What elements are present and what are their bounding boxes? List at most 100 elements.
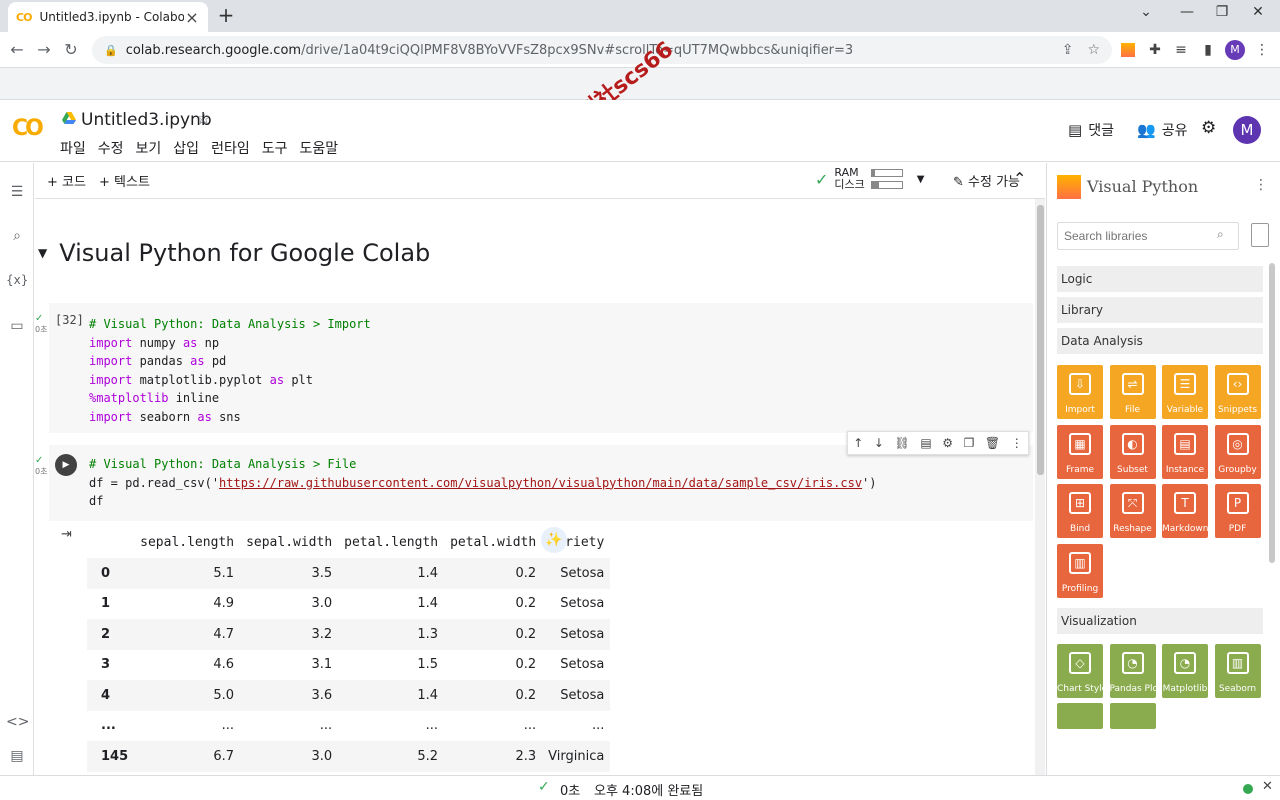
- menu-edit[interactable]: 수정: [98, 138, 124, 158]
- tile-snippets[interactable]: ‹› Snippets: [1214, 365, 1261, 419]
- code-snippets-icon[interactable]: <>: [6, 711, 29, 733]
- notebook-icon[interactable]: [1251, 223, 1269, 247]
- bookmark-star-icon[interactable]: ☆: [1087, 42, 1100, 58]
- browser-tab[interactable]: CO Untitled3.ipynb - Colaboratory ×: [8, 2, 208, 32]
- seaborn-icon: ▥: [1226, 652, 1249, 674]
- back-icon[interactable]: ←: [6, 39, 28, 61]
- section-visualization[interactable]: Visualization: [1057, 608, 1263, 634]
- menu-help[interactable]: 도움말: [299, 138, 338, 158]
- move-up-icon[interactable]: ↑: [853, 436, 863, 450]
- menu-file[interactable]: 파일: [60, 138, 86, 158]
- settings-gear-icon[interactable]: ⚙: [1201, 118, 1216, 138]
- files-folder-icon[interactable]: ▭: [6, 315, 28, 337]
- window-close-button[interactable]: ✕: [1243, 4, 1273, 20]
- tile-seaborn[interactable]: ▥ Seaborn: [1214, 644, 1261, 698]
- tile-pandas-plot[interactable]: ◔ Pandas Plot: [1109, 644, 1161, 698]
- code-cell-file[interactable]: ✓ 0초 ▶ # Visual Python: Data Analysis > F…: [35, 445, 1033, 521]
- tab-search-icon[interactable]: ⌄: [1131, 4, 1161, 20]
- address-bar[interactable]: 🔒 colab.research.google.com/drive/1a04t9…: [92, 36, 1112, 64]
- code-cell-import[interactable]: ✓ 0초 [32] # Visual Python: Data Analysis …: [35, 303, 1033, 433]
- section-data-analysis[interactable]: Data Analysis: [1057, 328, 1263, 354]
- search-icon[interactable]: ⌕: [1217, 227, 1224, 242]
- google-drive-icon[interactable]: [62, 112, 76, 124]
- table-of-contents-icon[interactable]: ☰: [6, 181, 28, 203]
- visualization-tile-partial[interactable]: [1057, 703, 1103, 729]
- tile-chart-style[interactable]: ◇ Chart Style: [1057, 644, 1107, 698]
- table-cell: 6.7: [134, 741, 241, 772]
- browser-profile-avatar[interactable]: M: [1225, 40, 1245, 60]
- forward-icon[interactable]: →: [33, 39, 55, 61]
- mirror-cell-icon[interactable]: ❐: [964, 436, 975, 450]
- panel-scrollbar[interactable]: [1269, 263, 1275, 563]
- tile-reshape[interactable]: ⤧ Reshape: [1109, 484, 1156, 538]
- notebook-title[interactable]: Untitled3.ipynb: [81, 110, 212, 130]
- tile-label: Seaborn: [1218, 684, 1257, 694]
- menu-insert[interactable]: 삽입: [173, 138, 199, 158]
- output-actions-icon[interactable]: ⇥: [61, 527, 72, 542]
- tile-groupby[interactable]: ◎ Groupby: [1214, 424, 1261, 479]
- settings-gear-icon[interactable]: ⚙: [942, 436, 953, 450]
- star-icon[interactable]: ☆: [196, 109, 211, 129]
- move-down-icon[interactable]: ↓: [874, 436, 884, 450]
- tile-frame[interactable]: ▦ Frame: [1057, 424, 1103, 479]
- tile-pdf[interactable]: P PDF: [1214, 484, 1261, 538]
- extension-icon[interactable]: [1118, 40, 1138, 60]
- tile-variable[interactable]: ☰ Variable: [1162, 365, 1208, 419]
- section-library[interactable]: Library: [1057, 297, 1263, 323]
- code-editor[interactable]: # Visual Python: Data Analysis > File df…: [89, 455, 877, 511]
- csv-url-link[interactable]: https://raw.githubusercontent.com/visual…: [219, 476, 862, 490]
- table-cell: 1.4: [338, 558, 445, 589]
- more-icon[interactable]: ⋮: [1011, 436, 1023, 450]
- variables-icon[interactable]: {x}: [6, 269, 28, 291]
- user-avatar[interactable]: M: [1233, 116, 1261, 144]
- resource-monitor[interactable]: ✓ RAM 디스크 ▼: [815, 167, 924, 191]
- notebook-toolbar: + 코드 + 텍스트 ✓ RAM 디스크 ▼ ✎ 수정 가능 ⌃: [35, 163, 1045, 199]
- tile-bind[interactable]: ⊞ Bind: [1057, 484, 1103, 538]
- more-options-icon[interactable]: ⋮: [1254, 177, 1268, 193]
- maximize-button[interactable]: ❐: [1207, 4, 1237, 20]
- tile-markdown[interactable]: T Markdown: [1162, 484, 1208, 538]
- add-text-button[interactable]: + 텍스트: [99, 171, 150, 190]
- edit-mode-button[interactable]: ✎ 수정 가능: [953, 171, 1020, 190]
- notebook-scrollbar-thumb[interactable]: [1037, 205, 1044, 475]
- tile-file[interactable]: ⇌ File: [1109, 365, 1156, 419]
- add-code-button[interactable]: + 코드: [47, 171, 86, 190]
- command-palette-icon[interactable]: ▤: [6, 745, 28, 767]
- share-page-icon[interactable]: ⇪: [1062, 42, 1074, 58]
- section-logic[interactable]: Logic: [1057, 266, 1263, 292]
- tab-close-icon[interactable]: ×: [184, 8, 200, 27]
- search-icon[interactable]: ⌕: [6, 225, 28, 247]
- close-status-icon[interactable]: ✕: [1262, 779, 1273, 794]
- new-tab-button[interactable]: +: [214, 3, 238, 27]
- magic-wand-icon[interactable]: ✨: [541, 527, 567, 553]
- run-cell-button[interactable]: ▶: [55, 454, 77, 476]
- tile-import[interactable]: ⇩ Import: [1057, 365, 1103, 419]
- reload-icon[interactable]: ↻: [60, 39, 82, 61]
- extensions-puzzle-icon[interactable]: ✚: [1145, 40, 1165, 60]
- disk-bar: [870, 181, 903, 189]
- tile-profiling[interactable]: ▥ Profiling: [1057, 543, 1103, 598]
- tile-matplotlib[interactable]: ◔ Matplotlib: [1162, 644, 1208, 698]
- browser-menu-icon[interactable]: ⋮: [1252, 40, 1272, 60]
- tile-instance[interactable]: ▤ Instance: [1162, 424, 1208, 479]
- media-control-icon[interactable]: ≡: [1171, 40, 1191, 60]
- comment-button[interactable]: ▤ 댓글: [1068, 120, 1114, 140]
- code-editor[interactable]: # Visual Python: Data Analysis > Import …: [89, 315, 371, 427]
- library-search-input[interactable]: [1057, 222, 1239, 250]
- side-panel-icon[interactable]: ▮: [1198, 40, 1218, 60]
- menu-view[interactable]: 보기: [136, 138, 162, 158]
- tile-subset[interactable]: ◐ Subset: [1109, 424, 1156, 479]
- menu-tools[interactable]: 도구: [262, 138, 288, 158]
- collapse-header-icon[interactable]: ⌃: [1013, 169, 1026, 188]
- row-index: 4: [87, 680, 135, 711]
- menu-runtime[interactable]: 런타임: [211, 138, 250, 158]
- colab-logo[interactable]: CO: [12, 116, 44, 141]
- comment-icon[interactable]: ▤: [920, 436, 931, 450]
- share-button[interactable]: 👥 공유: [1137, 120, 1187, 140]
- minimize-button[interactable]: —: [1172, 4, 1202, 20]
- resource-dropdown-icon[interactable]: ▼: [917, 174, 925, 185]
- link-icon[interactable]: ⛓: [895, 436, 910, 450]
- collapse-section-icon[interactable]: ▼: [38, 246, 47, 260]
- visualization-tile-partial[interactable]: [1110, 703, 1156, 729]
- delete-icon[interactable]: 🗑: [985, 436, 1000, 450]
